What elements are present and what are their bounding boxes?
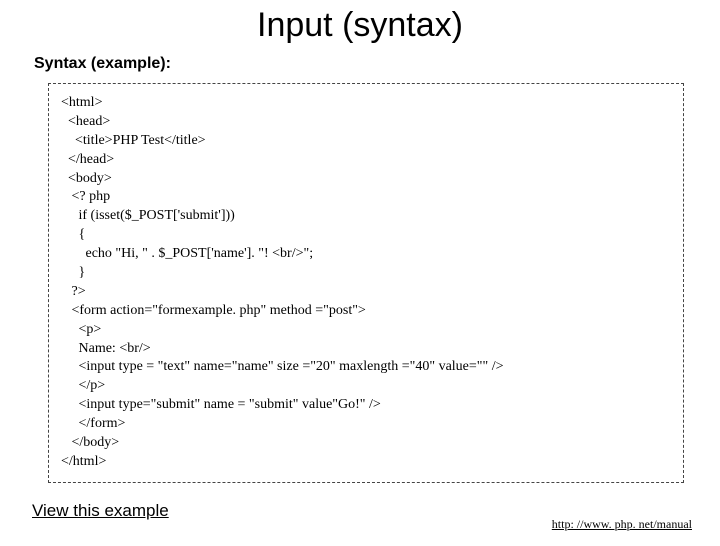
footer-source-link[interactable]: http: //www. php. net/manual	[552, 517, 692, 532]
page-title: Input (syntax)	[0, 6, 720, 45]
code-box: <html> <head> <title>PHP Test</title> </…	[48, 83, 684, 483]
slide: Input (syntax) Syntax (example): <html> …	[0, 6, 720, 546]
code-block: <html> <head> <title>PHP Test</title> </…	[61, 94, 671, 472]
section-heading: Syntax (example):	[34, 55, 720, 73]
view-example-link[interactable]: View this example	[32, 501, 169, 521]
